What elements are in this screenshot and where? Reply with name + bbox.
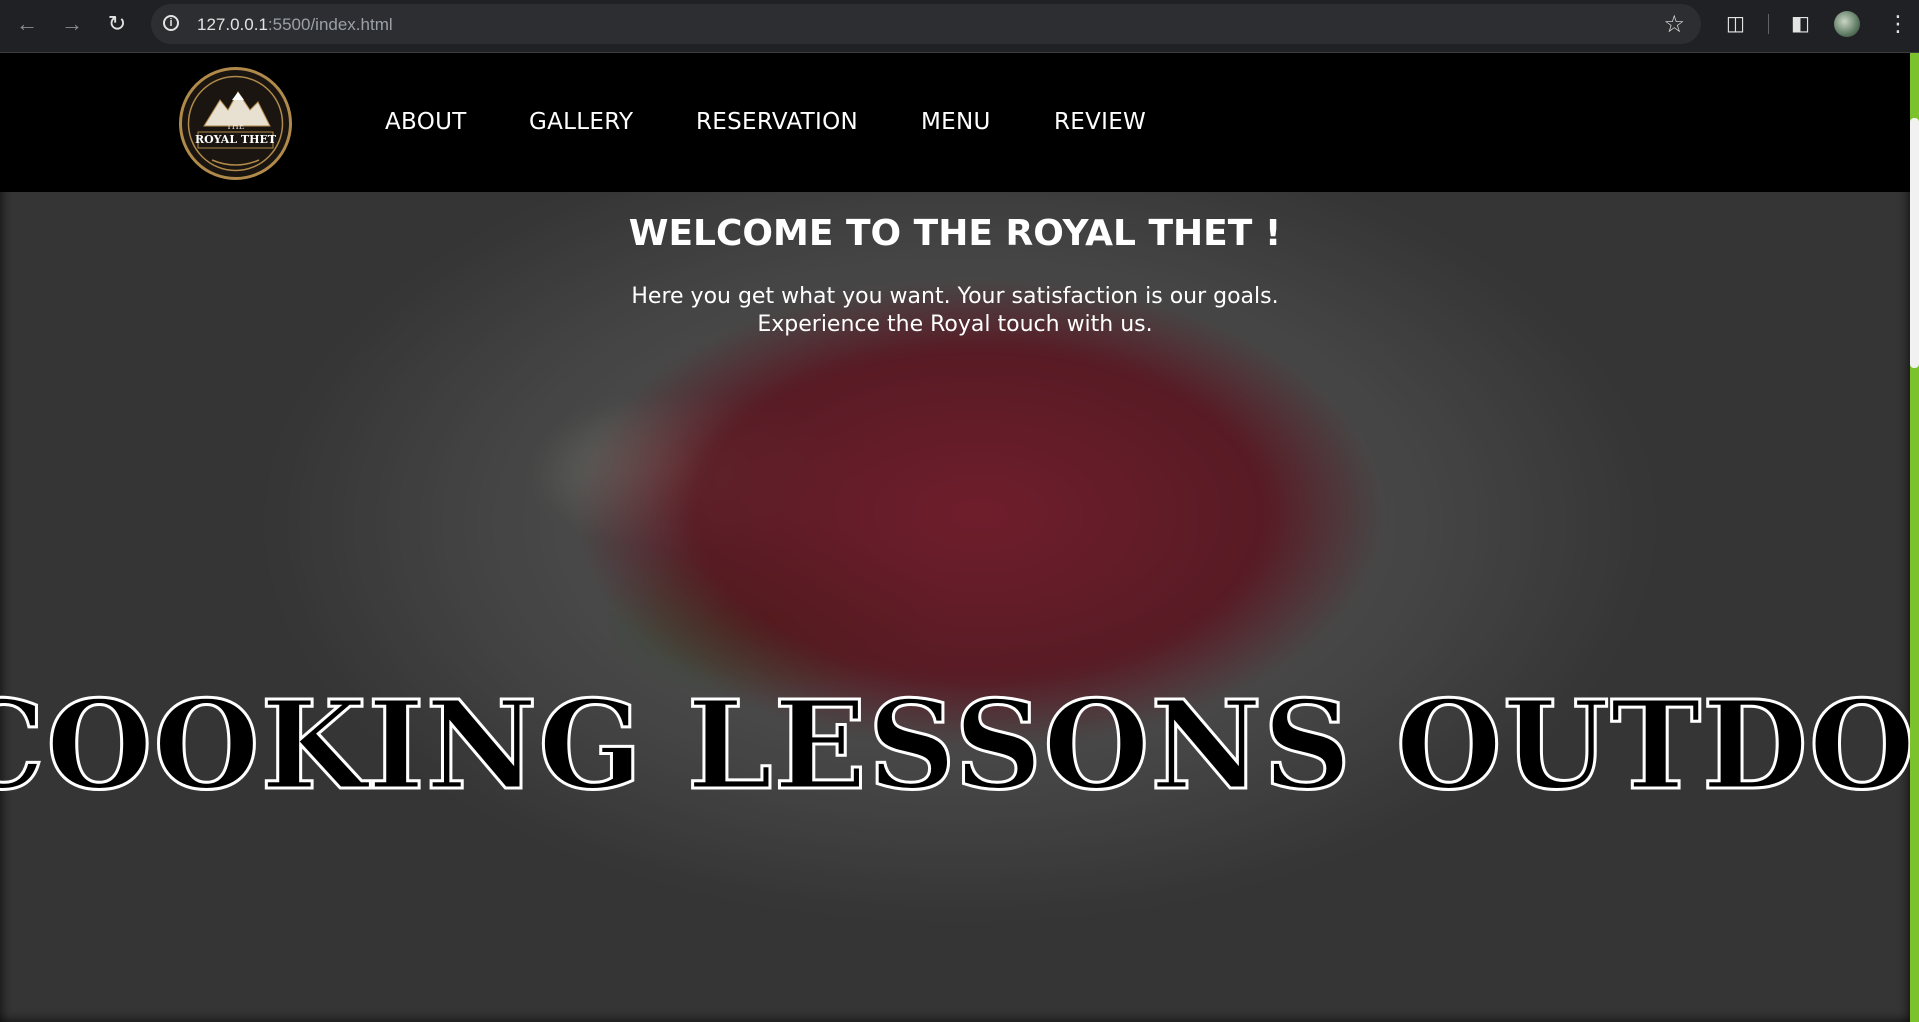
extensions-icon[interactable]: ◫ (1726, 12, 1745, 36)
nav-link-about[interactable]: ABOUT (385, 109, 467, 135)
url-host: 127.0.0.1 (197, 15, 268, 34)
browser-menu-icon[interactable]: ⋮ (1887, 10, 1909, 38)
reload-icon[interactable]: ↻ (103, 10, 131, 38)
hero-subtitle-line-2: Experience the Royal touch with us. (757, 312, 1153, 337)
browser-toolbar: ← → ↻ i 127.0.0.1:5500/index.html ☆ ◫ ◧ … (0, 0, 1919, 53)
forward-icon[interactable]: → (58, 10, 86, 38)
url-text[interactable]: 127.0.0.1:5500/index.html (197, 15, 393, 35)
nav-link-reservation[interactable]: RESERVATION (696, 109, 858, 135)
page-viewport: THE ROYAL THET ABOUT GALLERY RESERVATION… (0, 53, 1910, 1022)
scrolling-marquee-text: COOKING LESSONS OUTDO (0, 672, 1910, 819)
toolbar-divider (1768, 14, 1769, 34)
hero-title: WELCOME TO THE ROYAL THET ! (628, 213, 1282, 254)
hero-overlay (0, 53, 1910, 1022)
site-info-icon[interactable]: i (163, 15, 179, 31)
hero-subtitle-line-1: Here you get what you want. Your satisfa… (631, 284, 1279, 309)
nav-link-menu[interactable]: MENU (921, 109, 991, 135)
side-panel-icon[interactable]: ◧ (1791, 12, 1810, 36)
profile-avatar[interactable] (1834, 11, 1860, 37)
back-icon[interactable]: ← (13, 10, 41, 38)
url-path: :5500/index.html (267, 15, 393, 34)
royal-thet-logo[interactable]: THE ROYAL THET (179, 67, 292, 180)
address-bar[interactable]: i 127.0.0.1:5500/index.html ☆ (151, 4, 1701, 44)
page-scrollbar-thumb[interactable] (1910, 118, 1919, 368)
logo-text-top: THE (226, 122, 245, 131)
site-navbar: THE ROYAL THET ABOUT GALLERY RESERVATION… (0, 53, 1910, 192)
nav-link-gallery[interactable]: GALLERY (529, 109, 633, 135)
bookmark-star-icon[interactable]: ☆ (1663, 10, 1685, 39)
logo-text-main: ROYAL THET (194, 133, 277, 146)
nav-link-review[interactable]: REVIEW (1054, 109, 1146, 135)
